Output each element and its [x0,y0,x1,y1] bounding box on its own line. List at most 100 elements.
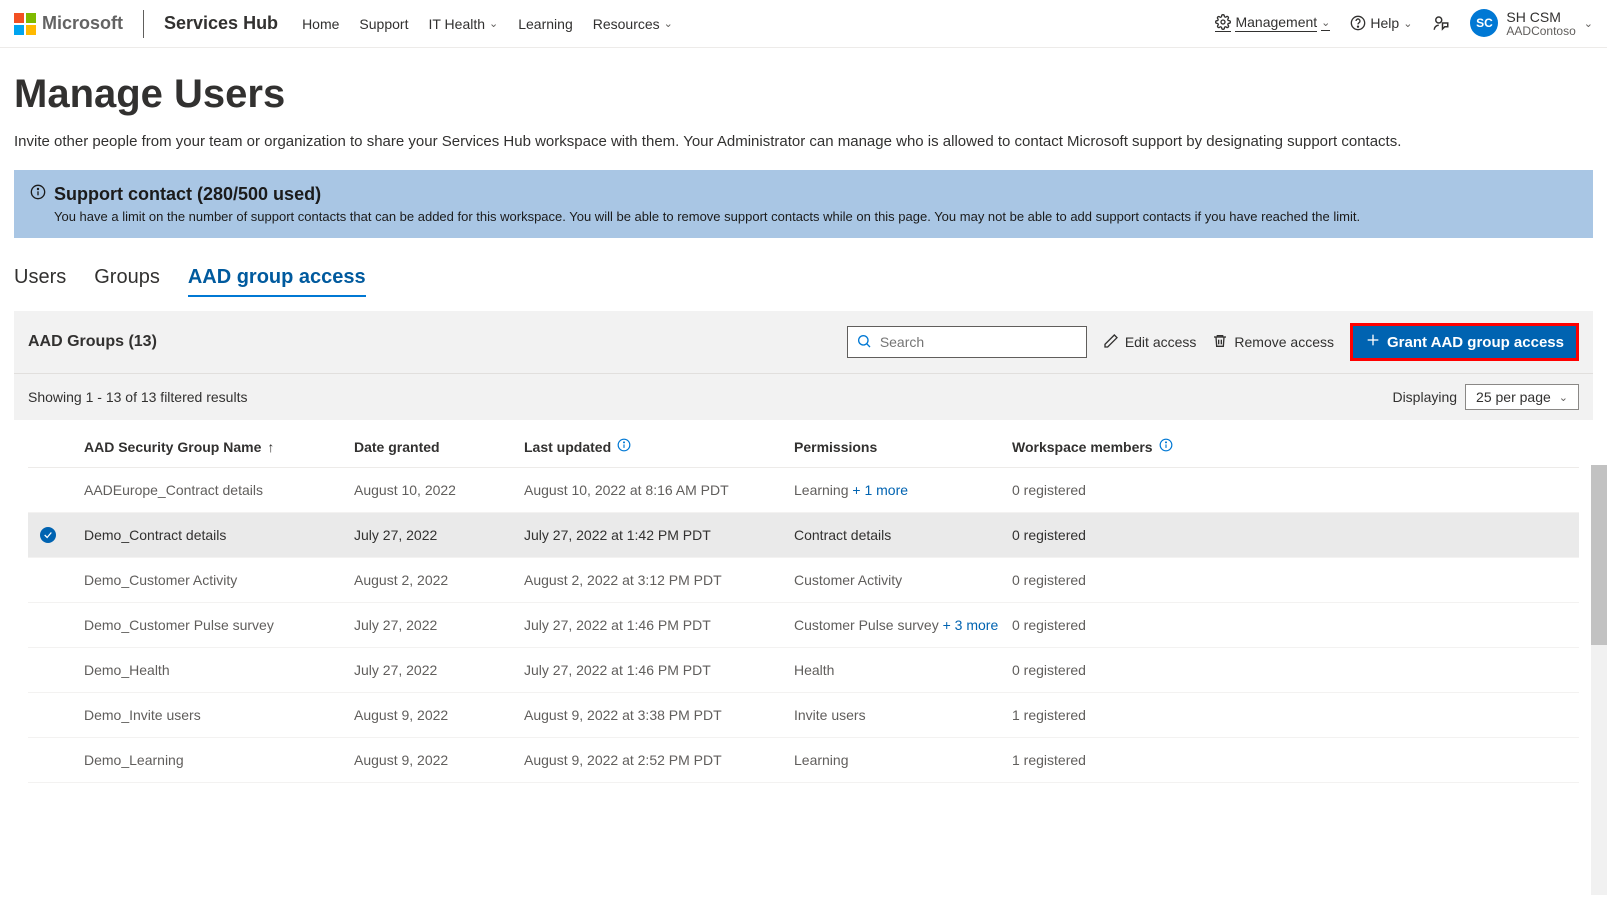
scrollbar[interactable] [1591,465,1607,895]
scrollbar-thumb[interactable] [1591,465,1607,645]
gear-icon [1215,14,1231,32]
col-updated[interactable]: Last updated [524,438,794,455]
cell-last-updated: July 27, 2022 at 1:46 PM PDT [524,617,794,633]
table-row[interactable]: Demo_HealthJuly 27, 2022July 27, 2022 at… [28,648,1579,693]
tab-aad-group-access[interactable]: AAD group access [188,266,366,297]
cell-permissions: Contract details [794,527,1012,543]
table-row[interactable]: Demo_Customer ActivityAugust 2, 2022Augu… [28,558,1579,603]
checkmark-icon [40,527,56,543]
cell-last-updated: July 27, 2022 at 1:46 PM PDT [524,662,794,678]
cell-members: 0 registered [1012,617,1212,633]
cell-last-updated: July 27, 2022 at 1:42 PM PDT [524,527,794,543]
cell-members: 0 registered [1012,482,1212,498]
grant-aad-group-access-button[interactable]: Grant AAD group access [1350,323,1579,361]
cell-group-name: AADEurope_Contract details [84,482,354,498]
nav-learning[interactable]: Learning [518,16,573,32]
info-icon[interactable] [1159,438,1173,455]
top-nav: Home Support IT Health⌄ Learning Resourc… [302,16,673,32]
trash-icon [1212,333,1228,352]
table-row[interactable]: Demo_LearningAugust 9, 2022August 9, 202… [28,738,1579,783]
table-row[interactable]: Demo_Customer Pulse surveyJuly 27, 2022J… [28,603,1579,648]
per-page-select[interactable]: 25 per page ⌄ [1465,384,1579,410]
cell-members: 1 registered [1012,752,1212,768]
tab-groups[interactable]: Groups [94,266,160,297]
cell-permissions: Learning + 1 more [794,482,1012,498]
chevron-down-icon: ⌄ [1559,391,1568,404]
account-menu[interactable]: SC SH CSM AADContoso ⌄ [1470,9,1593,39]
sort-asc-icon: ↑ [267,439,274,455]
page-subtitle: Invite other people from your team or or… [14,133,1593,150]
results-bar: Showing 1 - 13 of 13 filtered results Di… [14,373,1593,420]
nav-home[interactable]: Home [302,16,339,32]
edit-access-button[interactable]: Edit access [1103,333,1197,352]
account-org: AADContoso [1506,25,1575,39]
cell-group-name: Demo_Customer Pulse survey [84,617,354,633]
cell-date-granted: July 27, 2022 [354,662,524,678]
tab-users[interactable]: Users [14,266,66,297]
chevron-down-icon: ⌄ [1403,17,1412,30]
chevron-down-icon: ⌄ [1584,17,1593,30]
cell-group-name: Demo_Contract details [84,527,354,543]
remove-access-button[interactable]: Remove access [1212,333,1334,352]
displaying-label: Displaying [1392,389,1457,405]
aad-groups-table: AAD Security Group Name ↑ Date granted L… [28,420,1579,783]
col-permissions[interactable]: Permissions [794,439,1012,455]
col-members[interactable]: Workspace members [1012,438,1212,455]
account-text: SH CSM AADContoso [1506,9,1575,39]
nav-help[interactable]: Help ⌄ [1350,15,1412,31]
cell-members: 1 registered [1012,707,1212,723]
page-content: Manage Users Invite other people from yo… [0,48,1607,783]
pencil-icon [1103,333,1119,352]
page-title: Manage Users [14,72,1593,117]
microsoft-word: Microsoft [42,13,123,34]
nav-resources[interactable]: Resources⌄ [593,16,673,32]
cell-group-name: Demo_Health [84,662,354,678]
cell-members: 0 registered [1012,662,1212,678]
support-contact-banner: Support contact (280/500 used) You have … [14,170,1593,238]
divider [143,10,144,38]
cell-permissions: Invite users [794,707,1012,723]
search-icon [856,333,872,352]
cell-date-granted: August 9, 2022 [354,707,524,723]
brand-title[interactable]: Services Hub [164,13,278,34]
search-box[interactable] [847,326,1087,358]
account-name: SH CSM [1506,9,1575,25]
cell-members: 0 registered [1012,527,1212,543]
permissions-more-link[interactable]: + 3 more [939,617,999,633]
col-date[interactable]: Date granted [354,439,524,455]
groups-toolbar: AAD Groups (13) Edit access Remove acces… [14,311,1593,373]
nav-notifications[interactable] [1432,14,1450,32]
table-row[interactable]: AADEurope_Contract detailsAugust 10, 202… [28,468,1579,513]
permissions-more-link[interactable]: + 1 more [849,482,909,498]
top-right: Management ⌄ Help ⌄ SC SH CSM AADContoso… [1215,9,1593,39]
info-icon[interactable] [617,438,631,455]
nav-management[interactable]: Management ⌄ [1215,14,1330,32]
avatar: SC [1470,9,1498,37]
cell-group-name: Demo_Invite users [84,707,354,723]
help-icon [1350,15,1366,31]
cell-last-updated: August 10, 2022 at 8:16 AM PDT [524,482,794,498]
chevron-down-icon: ⌄ [664,17,673,30]
microsoft-logo[interactable]: Microsoft [14,13,123,35]
search-input[interactable] [880,334,1078,350]
col-name[interactable]: AAD Security Group Name ↑ [84,439,354,455]
cell-date-granted: July 27, 2022 [354,527,524,543]
chevron-down-icon: ⌄ [489,17,498,30]
cell-date-granted: August 10, 2022 [354,482,524,498]
person-chat-icon [1432,14,1450,32]
banner-title: Support contact (280/500 used) [54,184,321,205]
cell-group-name: Demo_Learning [84,752,354,768]
nav-it-health[interactable]: IT Health⌄ [428,16,498,32]
nav-support[interactable]: Support [359,16,408,32]
banner-body: You have a limit on the number of suppor… [30,209,1577,224]
cell-permissions: Health [794,662,1012,678]
cell-permissions: Customer Activity [794,572,1012,588]
table-header: AAD Security Group Name ↑ Date granted L… [28,420,1579,468]
table-row[interactable]: Demo_Contract detailsJuly 27, 2022July 2… [28,513,1579,558]
cell-last-updated: August 9, 2022 at 2:52 PM PDT [524,752,794,768]
info-icon [30,184,46,205]
cell-permissions: Customer Pulse survey + 3 more [794,617,1012,633]
top-bar: Microsoft Services Hub Home Support IT H… [0,0,1607,48]
table-row[interactable]: Demo_Invite usersAugust 9, 2022August 9,… [28,693,1579,738]
cell-permissions: Learning [794,752,1012,768]
